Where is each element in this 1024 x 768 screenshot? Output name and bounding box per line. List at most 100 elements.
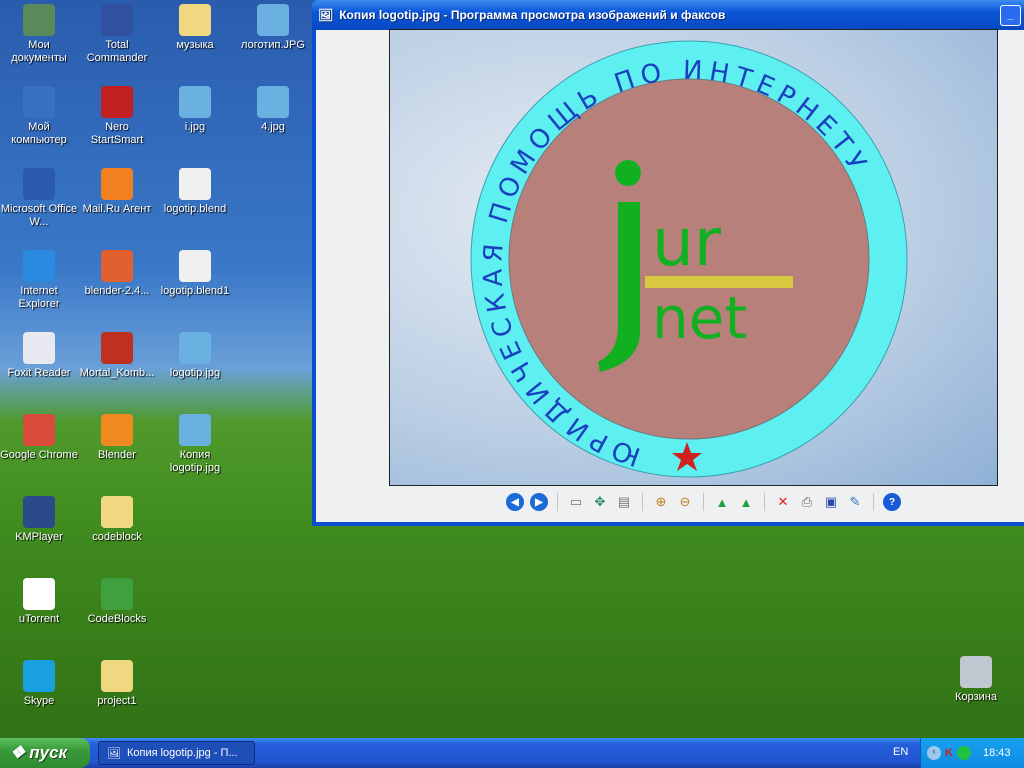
best-fit-icon: ▭ xyxy=(569,494,583,509)
next-image-icon: ▶ xyxy=(535,496,543,508)
toolbar-separator xyxy=(642,493,643,511)
rotate-counterclockwise-button[interactable]: ▲ xyxy=(737,493,755,511)
title-bar[interactable]: 🖼 Копия logotip.jpg - Программа просмотр… xyxy=(312,0,1024,30)
desktop-icon-label: logotip.jpg xyxy=(169,367,221,379)
my-documents-icon xyxy=(23,4,55,36)
desktop-icon-4-jpg[interactable]: 4.jpg xyxy=(234,86,312,134)
image-file-icon xyxy=(257,86,289,118)
desktop-icon-i-jpg[interactable]: i.jpg xyxy=(156,86,234,134)
desktop-icon-codeblocks[interactable]: CodeBlocks xyxy=(78,578,156,626)
logo-image: ЮРИДИЧЕСКАЯ ПОМОЩЬ ПО ИНТЕРНЕТУ ur net xyxy=(470,40,908,478)
desktop-icon-label: i.jpg xyxy=(184,121,206,133)
print-button[interactable]: ⎙ xyxy=(798,493,816,511)
logo-j-dot xyxy=(615,160,641,186)
installer-icon xyxy=(101,250,133,282)
taskbar-item-viewer[interactable]: 🖼 Копия logotip.jpg - П... xyxy=(98,741,255,765)
task-label: Копия logotip.jpg - П... xyxy=(126,747,238,759)
desktop-icon-мой-компьютер[interactable]: Мой компьютер xyxy=(0,86,78,147)
start-button[interactable]: ❖ пуск xyxy=(0,738,90,768)
desktop-icon-kmplayer[interactable]: KMPlayer xyxy=(0,496,78,544)
desktop-icon-google-chrome[interactable]: Google Chrome xyxy=(0,414,78,462)
icq-icon[interactable] xyxy=(956,746,971,760)
desktop-icon-skype[interactable]: Skype xyxy=(0,660,78,708)
desktop-icon-копия-logotip-jpg[interactable]: Копия logotip.jpg xyxy=(156,414,234,475)
desktop-icon-label: Мои документы xyxy=(11,39,67,64)
desktop-icon-mail-ru-агент[interactable]: Mail.Ru Агент xyxy=(78,168,156,216)
desktop-icon-utorrent[interactable]: uTorrent xyxy=(0,578,78,626)
folder-icon xyxy=(101,660,133,692)
start-label: пуск xyxy=(29,743,68,762)
desktop-icon-label: blender-2.4... xyxy=(84,285,150,297)
desktop-icon-label: Корзина xyxy=(955,691,997,703)
next-image-button[interactable]: ▶ xyxy=(530,493,548,511)
kaspersky-icon[interactable]: K xyxy=(945,747,953,759)
desktop-icon-mortal-komb-[interactable]: Mortal_Komb... xyxy=(78,332,156,380)
image-display: ЮРИДИЧЕСКАЯ ПОМОЩЬ ПО ИНТЕРНЕТУ ur net xyxy=(389,29,998,486)
mailru-agent-icon xyxy=(101,168,133,200)
desktop-icon-logotip-blend[interactable]: logotip.blend xyxy=(156,168,234,216)
kmplayer-icon xyxy=(23,496,55,528)
nero-icon xyxy=(101,86,133,118)
desktop-icon-label: Nero StartSmart xyxy=(90,121,144,146)
clock[interactable]: 18:43 xyxy=(983,747,1011,759)
previous-image-button[interactable]: ◀ xyxy=(506,493,524,511)
help-button[interactable]: ? xyxy=(883,493,901,511)
desktop-icon-label: KMPlayer xyxy=(15,531,63,543)
delete-icon: ✕ xyxy=(777,494,789,509)
edit-button[interactable]: ✎ xyxy=(846,493,864,511)
show-hidden-icons-button[interactable]: ‹ xyxy=(927,746,941,760)
minimize-button[interactable]: _ xyxy=(1000,5,1021,26)
word-icon xyxy=(23,168,55,200)
desktop-icon-label: logotip.blend1 xyxy=(160,285,230,297)
viewer-toolbar: ◀ ▶ ▭ ✥ ▤ ⊕ ⊖ ▲ ▲ ✕ ⎙ ▣ ✎? xyxy=(506,493,901,511)
desktop-icon-label: музыка xyxy=(176,39,214,51)
slideshow-button[interactable]: ▤ xyxy=(615,493,633,511)
desktop-icon-label: Foxit Reader xyxy=(7,367,71,379)
desktop-icon-label: project1 xyxy=(97,695,137,707)
mortal-kombat-icon xyxy=(101,332,133,364)
desktop-icon-foxit-reader[interactable]: Foxit Reader xyxy=(0,332,78,380)
desktop-icon-internet-explorer[interactable]: Internet Explorer xyxy=(0,250,78,311)
toolbar-separator xyxy=(703,493,704,511)
desktop-icon-label: uTorrent xyxy=(18,613,60,625)
desktop-icon-logotip-jpg[interactable]: logotip.jpg xyxy=(156,332,234,380)
blend-file-icon xyxy=(179,168,211,200)
desktop-icon-label: CodeBlocks xyxy=(87,613,147,625)
toolbar-separator xyxy=(873,493,874,511)
desktop-icon-label: логотип.JPG xyxy=(241,39,305,51)
zoom-out-button[interactable]: ⊖ xyxy=(676,493,694,511)
logo-ur: ur xyxy=(652,204,722,281)
rotate-clockwise-button[interactable]: ▲ xyxy=(713,493,731,511)
desktop-icon-label: Копия logotip.jpg xyxy=(169,449,221,474)
taskbar: ❖ пуск 🖼 Копия logotip.jpg - П... EN ‹ K 1… xyxy=(0,738,1024,768)
desktop-icon-музыка[interactable]: музыка xyxy=(156,4,234,52)
actual-size-button[interactable]: ✥ xyxy=(591,493,609,511)
desktop-icon-blender[interactable]: Blender xyxy=(78,414,156,462)
actual-size-icon: ✥ xyxy=(594,494,606,509)
desktop-icon-logotip-blend1[interactable]: logotip.blend1 xyxy=(156,250,234,298)
desktop-icon-project1[interactable]: project1 xyxy=(78,660,156,708)
viewer-client: ЮРИДИЧЕСКАЯ ПОМОЩЬ ПО ИНТЕРНЕТУ ur net ◀… xyxy=(316,29,1024,522)
desktop-icon-label: Skype xyxy=(23,695,55,707)
desktop-icon-nero-startsmart[interactable]: Nero StartSmart xyxy=(78,86,156,147)
desktop-icon-мои-документы[interactable]: Мои документы xyxy=(0,4,78,65)
delete-button[interactable]: ✕ xyxy=(774,493,792,511)
desktop-icon-логотип-jpg[interactable]: логотип.JPG xyxy=(234,4,312,52)
desktop-icon-корзина[interactable]: Корзина xyxy=(937,656,1015,704)
desktop-icon-blender-2-4-[interactable]: blender-2.4... xyxy=(78,250,156,298)
desktop-icon-label: 4.jpg xyxy=(261,121,285,133)
desktop-icon-label: Mail.Ru Агент xyxy=(82,203,152,215)
image-file-icon xyxy=(257,4,289,36)
desktop-icon-total-commander[interactable]: Total Commander xyxy=(78,4,156,65)
language-indicator[interactable]: EN xyxy=(893,746,908,758)
zoom-in-button[interactable]: ⊕ xyxy=(652,493,670,511)
skype-icon xyxy=(23,660,55,692)
best-fit-button[interactable]: ▭ xyxy=(567,493,585,511)
desktop-icon-microsoft-office-w-[interactable]: Microsoft Office W... xyxy=(0,168,78,229)
edit-icon: ✎ xyxy=(849,494,861,509)
system-tray: ‹ K 18:43 xyxy=(920,738,1024,768)
save-button[interactable]: ▣ xyxy=(822,493,840,511)
image-viewer-window: 🖼 Копия logotip.jpg - Программа просмотр… xyxy=(312,0,1024,526)
desktop-icon-codeblock[interactable]: codeblock xyxy=(78,496,156,544)
folder-icon xyxy=(179,4,211,36)
